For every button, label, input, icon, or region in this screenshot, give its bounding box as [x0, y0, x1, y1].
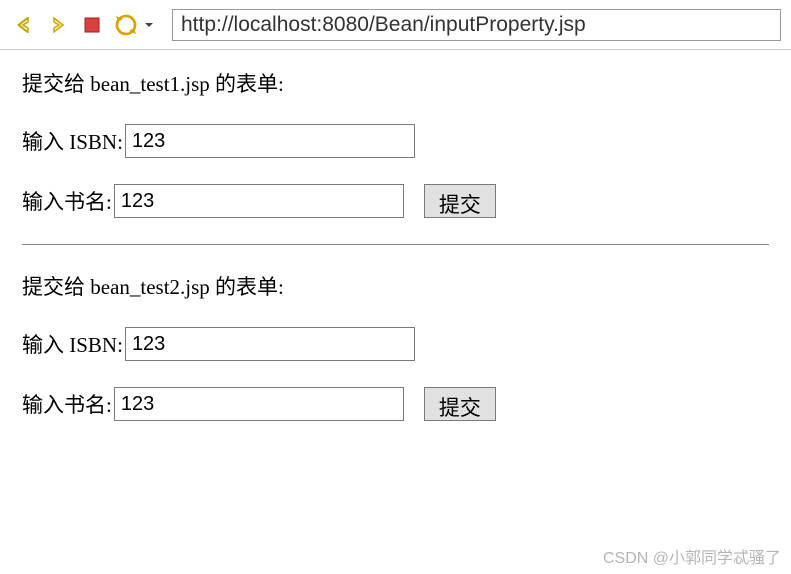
form1-name-label: 输入书名:	[22, 186, 112, 216]
form2-heading: 提交给 bean_test2.jsp 的表单:	[22, 271, 769, 301]
form1-isbn-row: 输入 ISBN:	[22, 124, 769, 158]
browser-toolbar	[0, 0, 791, 50]
refresh-button[interactable]	[112, 11, 140, 39]
form2-submit-button[interactable]: 提交	[424, 387, 496, 421]
form1-name-input[interactable]	[114, 184, 404, 218]
form1-submit-button[interactable]: 提交	[424, 184, 496, 218]
form2-name-label: 输入书名:	[22, 389, 112, 419]
form1-name-row: 输入书名: 提交	[22, 184, 769, 218]
url-input[interactable]	[172, 9, 781, 41]
form1-isbn-input[interactable]	[125, 124, 415, 158]
form1-heading: 提交给 bean_test1.jsp 的表单:	[22, 68, 769, 98]
refresh-dropdown-icon[interactable]	[142, 11, 156, 39]
form2: 提交给 bean_test2.jsp 的表单: 输入 ISBN: 输入书名: 提…	[22, 271, 769, 421]
form2-name-row: 输入书名: 提交	[22, 387, 769, 421]
watermark: CSDN @小郭同学忒骚了	[603, 544, 781, 568]
form2-isbn-input[interactable]	[125, 327, 415, 361]
divider	[22, 244, 769, 245]
form1-isbn-label: 输入 ISBN:	[22, 126, 123, 156]
page-content: 提交给 bean_test1.jsp 的表单: 输入 ISBN: 输入书名: 提…	[0, 50, 791, 465]
form2-isbn-label: 输入 ISBN:	[22, 329, 123, 359]
form1: 提交给 bean_test1.jsp 的表单: 输入 ISBN: 输入书名: 提…	[22, 68, 769, 218]
stop-button[interactable]	[78, 11, 106, 39]
forward-button[interactable]	[44, 11, 72, 39]
back-button[interactable]	[10, 11, 38, 39]
form2-isbn-row: 输入 ISBN:	[22, 327, 769, 361]
form2-name-input[interactable]	[114, 387, 404, 421]
